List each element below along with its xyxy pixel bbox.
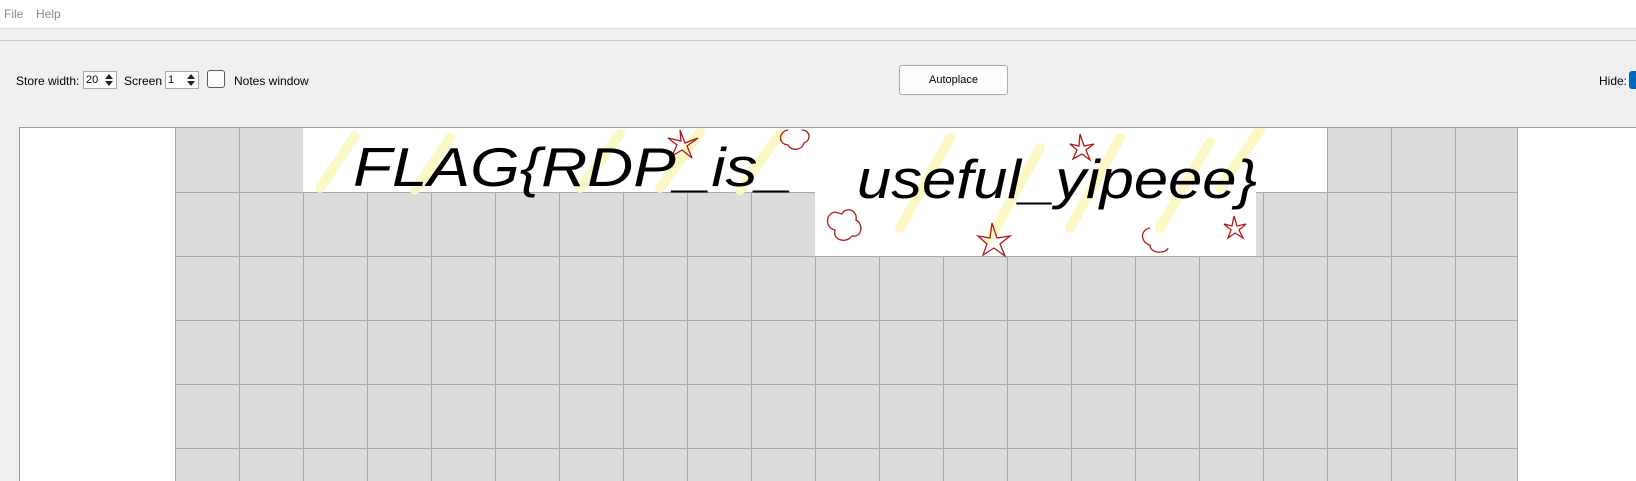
menu-help[interactable]: Help	[36, 7, 61, 21]
flag-tile-1[interactable]: FLAG{RDP_is_	[303, 128, 815, 198]
store-width-value: 20	[86, 74, 99, 86]
autoplace-button[interactable]: Autoplace	[899, 65, 1008, 95]
notes-window-label: Notes window	[234, 74, 309, 88]
menu-bar: File Help	[0, 0, 1636, 29]
flag-tile-2[interactable]: useful_yipeee}	[815, 128, 1327, 258]
screen-value: 1	[168, 74, 175, 86]
toolbar-separator	[0, 40, 1636, 41]
screen-stepper-icon[interactable]	[185, 72, 197, 88]
screen-spinbox[interactable]: 1	[165, 71, 199, 89]
menu-file[interactable]: File	[4, 7, 23, 21]
screen-label: Screen	[124, 74, 163, 88]
hide-toggle[interactable]	[1629, 71, 1636, 89]
hide-label: Hide:	[1599, 74, 1628, 88]
notes-window-checkbox[interactable]	[207, 70, 225, 88]
flag-tile-1-text: FLAG{RDP_is_	[353, 136, 793, 198]
store-canvas[interactable]: FLAG{RDP_is_ useful_yipeee}	[19, 127, 1636, 481]
store-grid: FLAG{RDP_is_ useful_yipeee}	[175, 128, 1518, 481]
flag-tile-2-text: useful_yipeee}	[857, 148, 1257, 210]
store-width-label: Store width:	[16, 74, 80, 88]
store-width-stepper-icon[interactable]	[103, 72, 115, 88]
store-width-spinbox[interactable]: 20	[83, 71, 117, 89]
